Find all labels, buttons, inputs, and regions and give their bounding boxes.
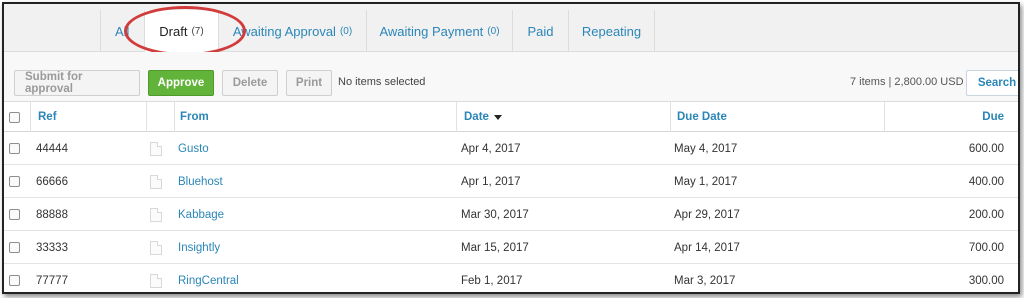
bills-window: All Draft (7) Awaiting Approval (0) Awai… bbox=[2, 2, 1020, 294]
tab-awaiting-payment[interactable]: Awaiting Payment (0) bbox=[366, 10, 512, 52]
due-date-cell: May 4, 2017 bbox=[674, 142, 738, 155]
tab-label: Paid bbox=[527, 23, 554, 39]
status-tabs: All Draft (7) Awaiting Approval (0) Awai… bbox=[4, 4, 1018, 53]
tab-awaiting-approval[interactable]: Awaiting Approval (0) bbox=[218, 10, 366, 52]
tab-label: All bbox=[115, 23, 130, 39]
column-divider bbox=[670, 102, 671, 132]
document-icon bbox=[150, 274, 162, 288]
tab-count: (7) bbox=[191, 26, 204, 37]
tab-label: Awaiting Payment bbox=[379, 23, 484, 39]
table-row[interactable]: 33333 Insightly Mar 15, 2017 Apr 14, 201… bbox=[4, 231, 1018, 264]
row-checkbox[interactable] bbox=[9, 275, 20, 286]
tab-label: Draft bbox=[159, 24, 188, 39]
delete-button[interactable]: Delete bbox=[222, 70, 278, 96]
tab-label: Awaiting Approval bbox=[232, 23, 336, 39]
due-cell: 700.00 bbox=[968, 241, 1004, 254]
due-cell: 200.00 bbox=[968, 208, 1004, 221]
select-all-checkbox[interactable] bbox=[9, 112, 20, 123]
ref-cell: 88888 bbox=[36, 208, 68, 221]
table-header: Ref From Date Due Date Due bbox=[4, 102, 1018, 132]
due-cell: 300.00 bbox=[968, 274, 1004, 287]
due-cell: 600.00 bbox=[968, 142, 1004, 155]
ref-cell: 33333 bbox=[36, 241, 68, 254]
from-link[interactable]: RingCentral bbox=[178, 264, 239, 292]
tab-draft[interactable]: Draft (7) bbox=[144, 10, 218, 53]
due-date-cell: Apr 14, 2017 bbox=[674, 241, 740, 254]
column-divider bbox=[146, 102, 147, 132]
column-due-date[interactable]: Due Date bbox=[677, 102, 727, 132]
row-checkbox[interactable] bbox=[9, 242, 20, 253]
column-divider bbox=[456, 102, 457, 132]
tab-all[interactable]: All bbox=[100, 10, 144, 52]
date-cell: Apr 1, 2017 bbox=[461, 175, 521, 188]
table-row[interactable]: 44444 Gusto Apr 4, 2017 May 4, 2017 600.… bbox=[4, 132, 1018, 165]
print-button[interactable]: Print bbox=[286, 70, 332, 96]
tab-count: (0) bbox=[487, 25, 500, 37]
selection-status: No items selected bbox=[338, 76, 426, 88]
submit-for-approval-button[interactable]: Submit for approval bbox=[14, 70, 140, 96]
column-divider bbox=[30, 102, 31, 132]
document-icon bbox=[150, 208, 162, 222]
ref-cell: 77777 bbox=[36, 274, 68, 287]
document-icon bbox=[150, 142, 162, 156]
column-date[interactable]: Date bbox=[464, 102, 502, 132]
table-row[interactable]: 66666 Bluehost Apr 1, 2017 May 1, 2017 4… bbox=[4, 165, 1018, 198]
column-ref[interactable]: Ref bbox=[38, 102, 57, 132]
items-summary: 7 items | 2,800.00 USD bbox=[850, 76, 964, 88]
due-date-cell: Apr 29, 2017 bbox=[674, 208, 740, 221]
document-icon bbox=[150, 241, 162, 255]
column-from[interactable]: From bbox=[180, 102, 209, 132]
column-divider bbox=[174, 102, 175, 132]
ref-cell: 66666 bbox=[36, 175, 68, 188]
from-link[interactable]: Bluehost bbox=[178, 165, 223, 198]
due-date-cell: Mar 3, 2017 bbox=[674, 274, 736, 287]
from-link[interactable]: Gusto bbox=[178, 132, 209, 165]
date-cell: Mar 30, 2017 bbox=[461, 208, 529, 221]
row-checkbox[interactable] bbox=[9, 209, 20, 220]
table-row[interactable]: 77777 RingCentral Feb 1, 2017 Mar 3, 201… bbox=[4, 264, 1018, 292]
date-cell: Apr 4, 2017 bbox=[461, 142, 521, 155]
tab-repeating[interactable]: Repeating bbox=[568, 10, 655, 52]
due-date-cell: May 1, 2017 bbox=[674, 175, 738, 188]
tab-count: (0) bbox=[339, 25, 353, 37]
column-due[interactable]: Due bbox=[904, 102, 1004, 132]
due-cell: 400.00 bbox=[968, 175, 1004, 188]
from-link[interactable]: Insightly bbox=[178, 231, 220, 264]
tab-paid[interactable]: Paid bbox=[512, 10, 568, 52]
table-row[interactable]: 88888 Kabbage Mar 30, 2017 Apr 29, 2017 … bbox=[4, 198, 1018, 231]
action-toolbar: Submit for approval Approve Delete Print… bbox=[4, 52, 1018, 102]
column-divider bbox=[884, 102, 885, 132]
from-link[interactable]: Kabbage bbox=[178, 198, 224, 231]
search-button[interactable]: Search bbox=[966, 70, 1018, 96]
date-cell: Feb 1, 2017 bbox=[461, 274, 523, 287]
row-checkbox[interactable] bbox=[9, 143, 20, 154]
column-date-label: Date bbox=[464, 111, 489, 123]
ref-cell: 44444 bbox=[36, 142, 68, 155]
date-cell: Mar 15, 2017 bbox=[461, 241, 529, 254]
approve-button[interactable]: Approve bbox=[148, 70, 214, 96]
row-checkbox[interactable] bbox=[9, 176, 20, 187]
document-icon bbox=[150, 175, 162, 189]
sort-desc-icon bbox=[493, 115, 502, 120]
tab-label: Repeating bbox=[581, 23, 642, 39]
